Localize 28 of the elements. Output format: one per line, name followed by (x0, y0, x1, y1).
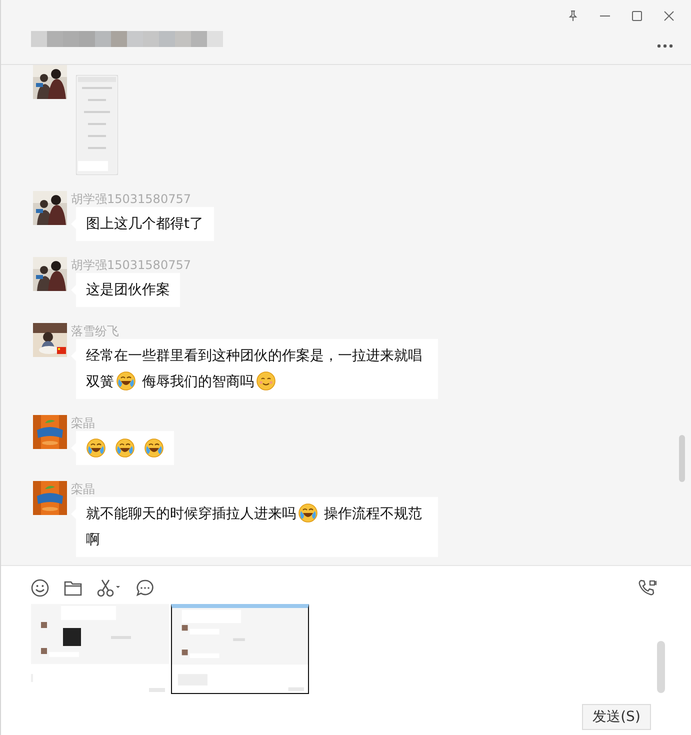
send-button[interactable]: 发送(S) (582, 704, 651, 730)
attachment-thumbnail[interactable] (171, 604, 309, 694)
maximize-icon[interactable] (631, 10, 643, 22)
emoji-icon[interactable] (30, 578, 50, 598)
scrollbar[interactable] (657, 641, 665, 693)
sender-name: 栾晶 (71, 415, 95, 431)
scrollbar[interactable] (679, 435, 685, 482)
scissors-icon[interactable] (96, 578, 122, 598)
message-bubble: 就不能聊天的时候穿插拉人进来吗 操作流程不规范啊 (71, 497, 438, 557)
smiling-emoji-icon (256, 371, 276, 391)
message-bubble: 图上这几个都得t了 (71, 207, 214, 241)
more-icon[interactable] (657, 44, 673, 48)
sender-name: 胡学强15031580757 (71, 191, 191, 207)
crying-laughing-emoji-icon (115, 438, 135, 458)
chat-icon[interactable] (135, 578, 155, 598)
sender-name: 落雪纷飞 (71, 323, 119, 339)
message-bubble: 经常在一些群里看到这种团伙的作案是，一拉进来就唱双簧 侮辱我们的智商吗 (71, 339, 438, 399)
pin-icon[interactable] (567, 10, 579, 22)
close-icon[interactable] (663, 10, 675, 22)
crying-laughing-emoji-icon (144, 438, 164, 458)
attachment-thumbnail[interactable] (31, 604, 169, 694)
sender-name: 胡学强15031580757 (71, 257, 191, 273)
sender-name: 栾晶 (71, 481, 95, 497)
message-bubble: 这是团伙作案 (71, 273, 180, 307)
crying-laughing-emoji-icon (86, 438, 106, 458)
crying-laughing-emoji-icon (298, 503, 318, 523)
crying-laughing-emoji-icon (116, 371, 136, 391)
phone-camera-icon[interactable] (637, 578, 657, 598)
